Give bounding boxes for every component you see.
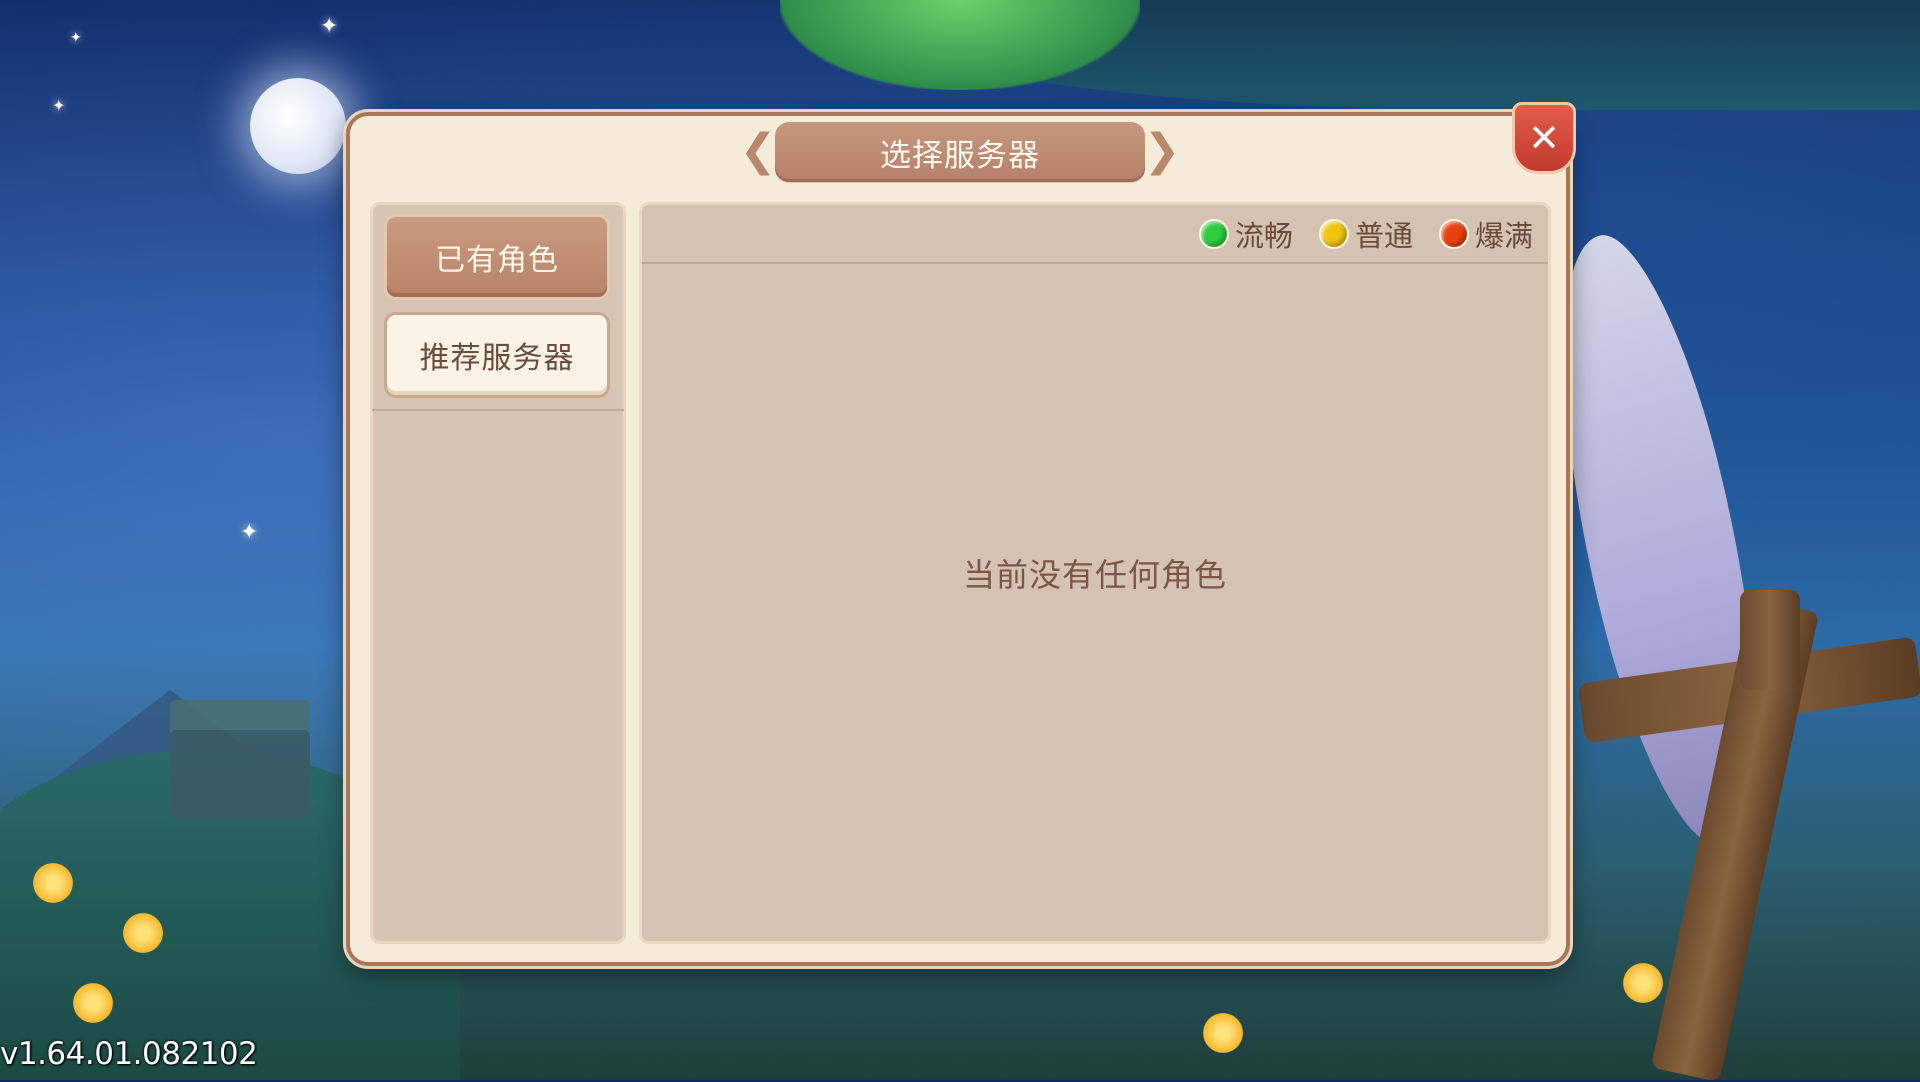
tab-existing-characters[interactable]: 已有角色	[384, 214, 610, 300]
category-divider	[372, 409, 624, 411]
tab-label: 推荐服务器	[419, 341, 575, 376]
flower	[70, 980, 116, 1026]
status-yellow-icon	[1319, 219, 1349, 249]
fence-post	[1740, 590, 1800, 690]
status-green-icon	[1199, 219, 1229, 249]
star-icon: ✦	[320, 14, 339, 39]
legend-label: 流畅	[1235, 219, 1294, 253]
star-icon: ✦	[52, 96, 66, 115]
close-button[interactable]: ✕	[1512, 102, 1576, 174]
tab-label: 已有角色	[435, 243, 559, 278]
flower	[120, 910, 166, 956]
tree-leaves	[780, 0, 1140, 90]
tab-recommended-servers[interactable]: 推荐服务器	[384, 312, 610, 398]
title-bar: 选择服务器	[775, 122, 1145, 182]
flower	[1200, 1010, 1246, 1056]
flower	[30, 860, 76, 906]
dialog-title-banner: ❮ 选择服务器 ❯	[735, 122, 1185, 184]
moon	[250, 78, 346, 174]
empty-state-message: 当前没有任何角色	[962, 556, 1227, 594]
version-label: v1.64.01.082102	[0, 1036, 258, 1072]
dialog-title: 选择服务器	[880, 137, 1040, 174]
legend-label: 普通	[1355, 219, 1414, 253]
legend-label: 爆满	[1475, 219, 1534, 253]
close-icon: ✕	[1528, 116, 1560, 160]
flower	[1620, 960, 1666, 1006]
status-red-icon	[1439, 219, 1469, 249]
server-list-header-divider	[642, 262, 1548, 264]
legend-smooth: 流畅	[1199, 214, 1293, 254]
legend-full: 爆满	[1439, 214, 1533, 254]
star-icon: ✦	[70, 30, 82, 46]
house	[170, 700, 310, 820]
star-icon: ✦	[240, 520, 259, 545]
ornament-right-icon: ❯	[1143, 125, 1181, 176]
legend-normal: 普通	[1319, 214, 1413, 254]
